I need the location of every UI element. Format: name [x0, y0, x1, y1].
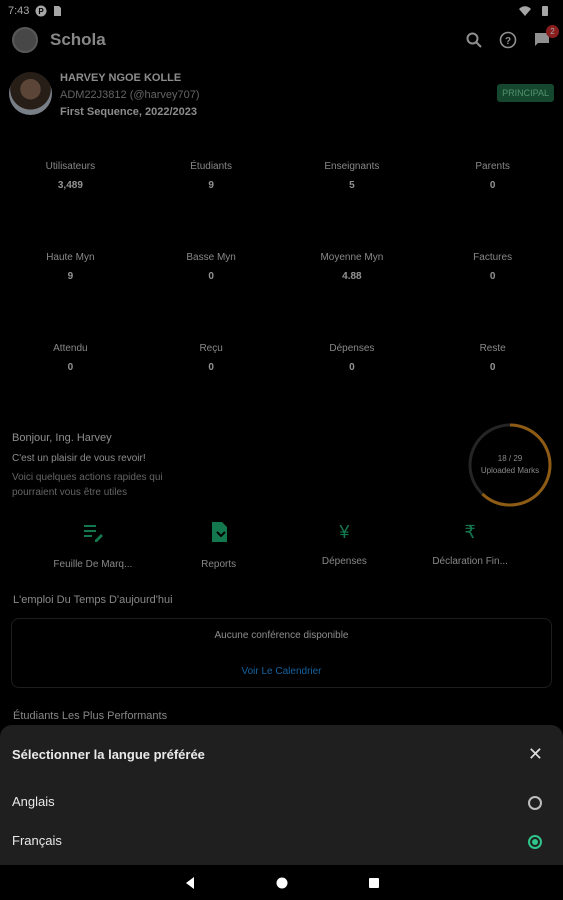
language-option-label: Anglais [12, 794, 55, 809]
language-option-english[interactable]: Anglais [0, 784, 563, 820]
home-icon[interactable] [275, 876, 289, 890]
language-option-label: Français [12, 833, 62, 848]
close-icon[interactable]: ✕ [528, 744, 543, 765]
radio-button[interactable] [528, 796, 542, 810]
language-sheet-title: Sélectionner la langue préférée [12, 747, 205, 762]
radio-button[interactable] [528, 835, 542, 849]
back-icon[interactable] [183, 876, 197, 890]
language-option-french[interactable]: Français [0, 823, 563, 859]
system-nav-bar [0, 865, 563, 900]
language-sheet: Sélectionner la langue préférée ✕ Anglai… [0, 725, 563, 865]
recents-icon[interactable] [367, 876, 381, 890]
